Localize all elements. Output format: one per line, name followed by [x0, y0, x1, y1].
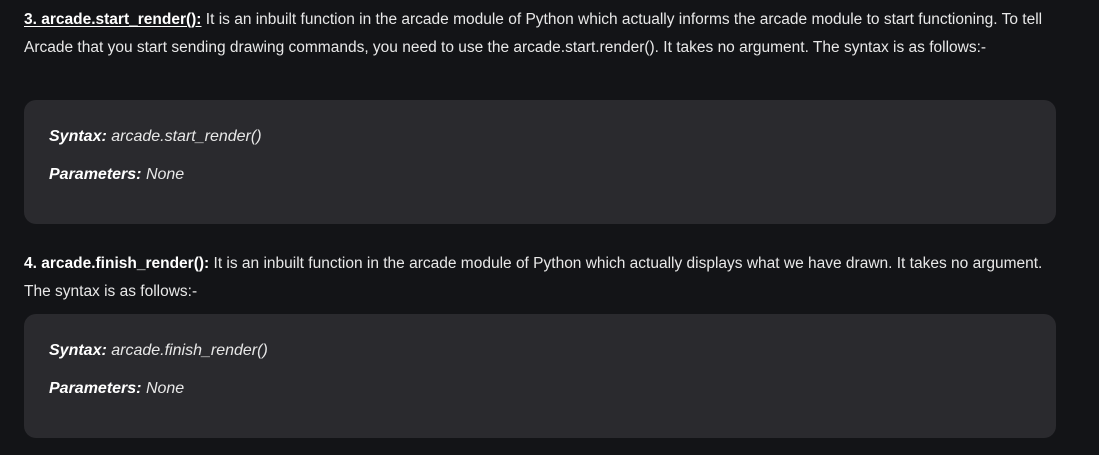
section-3-parameters-label: Parameters:: [49, 166, 142, 183]
section-4-paragraph: 4. arcade.finish_render(): It is an inbu…: [24, 250, 1064, 305]
section-3-syntax-line: Syntax: arcade.start_render(): [49, 128, 262, 146]
section-4-syntax-label: Syntax:: [49, 342, 107, 359]
section-4-syntax-value: arcade.finish_render(): [106, 342, 268, 359]
section-4-heading: 4. arcade.finish_render():: [24, 255, 210, 272]
section-4-parameters-line: Parameters: None: [49, 380, 184, 398]
section-4-parameters-value: None: [141, 380, 185, 397]
section-3-syntax-value: arcade.start_render(): [106, 128, 262, 145]
section-3-heading: 3. arcade.start_render():: [24, 11, 202, 28]
section-3-syntax-box: Syntax: arcade.start_render() Parameters…: [24, 100, 1056, 224]
section-4-syntax-box: Syntax: arcade.finish_render() Parameter…: [24, 314, 1056, 438]
section-3-parameters-line: Parameters: None: [49, 166, 184, 184]
section-4-syntax-line: Syntax: arcade.finish_render(): [49, 342, 268, 360]
section-3-syntax-label: Syntax:: [49, 128, 107, 145]
section-3-paragraph: 3. arcade.start_render(): It is an inbui…: [24, 6, 1064, 61]
section-3-parameters-value: None: [141, 166, 185, 183]
section-4-parameters-label: Parameters:: [49, 380, 142, 397]
